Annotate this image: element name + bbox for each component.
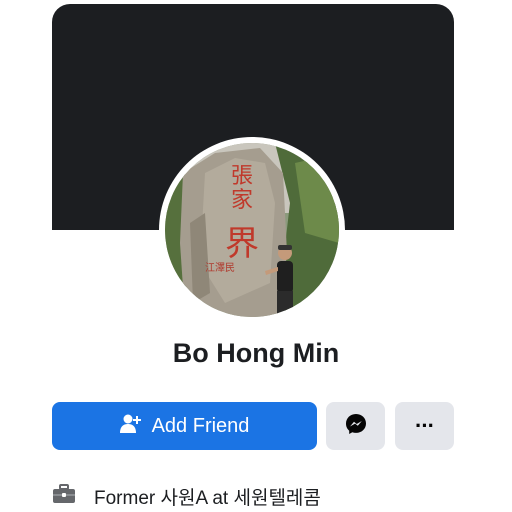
more-options-button[interactable]: ···	[395, 402, 454, 450]
svg-text:界: 界	[225, 224, 259, 264]
add-friend-label: Add Friend	[151, 414, 250, 437]
more-dots-icon: ···	[415, 413, 435, 438]
add-friend-button[interactable]: Add Friend	[52, 402, 317, 450]
profile-name: Bo Hong Min	[172, 338, 340, 368]
briefcase-icon	[52, 483, 76, 509]
svg-text:張: 張	[231, 164, 253, 189]
person-add-icon	[119, 414, 142, 439]
messenger-icon	[345, 413, 367, 440]
work-info-row: Former 사원A at 세원텔레콤	[52, 482, 321, 510]
profile-picture-frame[interactable]: 張 家 界 江澤民	[159, 137, 345, 323]
svg-text:家: 家	[231, 188, 253, 213]
message-button[interactable]	[326, 402, 385, 450]
work-text: Former 사원A at 세원텔레콤	[94, 487, 321, 509]
profile-picture[interactable]: 張 家 界 江澤民	[165, 143, 339, 317]
profile-photo: 張 家 界 江澤民	[165, 143, 339, 317]
svg-text:江澤民: 江澤民	[205, 262, 235, 274]
